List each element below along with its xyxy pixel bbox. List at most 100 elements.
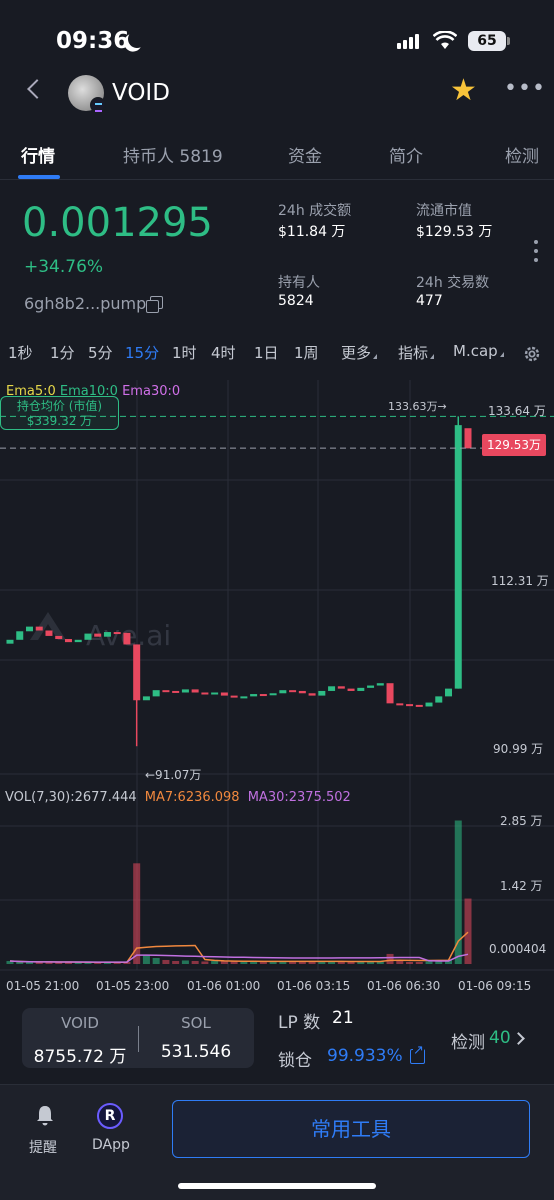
bell-icon[interactable] <box>34 1104 56 1126</box>
time-axis-1: 01-05 23:00 <box>96 979 170 993</box>
tab-funds[interactable]: 资金 <box>288 142 322 167</box>
candle <box>123 632 131 645</box>
time-axis-3: 01-06 03:15 <box>277 979 351 993</box>
candle <box>435 696 443 703</box>
candle <box>35 626 43 631</box>
holding-average-label: 持仓均价 (市值) <box>16 399 103 413</box>
caret-icon <box>430 354 435 359</box>
battery-icon: 65 <box>468 31 510 51</box>
candle <box>162 690 170 693</box>
candle <box>84 633 92 640</box>
signal-icon <box>397 34 419 49</box>
token-avatar <box>68 75 106 113</box>
status-bar: 09:36 65 <box>0 0 554 80</box>
token-name: VOID <box>112 80 170 106</box>
more-options-icon[interactable]: ••• <box>504 76 546 101</box>
candle <box>25 626 33 632</box>
lock-label: 锁仓 <box>278 1051 312 1071</box>
contract-address[interactable]: 6gh8b2...pump <box>24 294 146 313</box>
high-marker: 133.63万→ <box>388 400 447 413</box>
interval-1s[interactable]: 1秒 <box>8 342 33 363</box>
candle <box>259 694 267 697</box>
favorite-star-icon[interactable]: ★ <box>450 76 477 106</box>
lock-value-link[interactable]: 99.933% <box>327 1046 403 1066</box>
dapp-label[interactable]: DApp <box>92 1137 130 1153</box>
volume-bar <box>201 961 209 964</box>
chart-grid <box>0 380 554 971</box>
vol-axis-top: 2.85 万 <box>500 814 543 828</box>
interval-15m[interactable]: 15分 <box>125 342 159 363</box>
volume-bar <box>25 962 33 964</box>
pool-token-amount: 8755.72 万 <box>33 1047 127 1067</box>
candle <box>445 688 453 697</box>
interval-1d[interactable]: 1日 <box>254 342 279 363</box>
candle <box>250 694 258 697</box>
vol-label: VOL(7,30):2677.444 <box>5 790 137 805</box>
candle <box>142 696 150 701</box>
interval-1w[interactable]: 1周 <box>294 342 319 363</box>
tab-holders[interactable]: 持币人 5819 <box>123 142 223 167</box>
more-intervals-dropdown[interactable]: 更多 <box>341 342 378 363</box>
interval-1m[interactable]: 1分 <box>50 342 75 363</box>
candles <box>6 416 472 747</box>
check-score-value[interactable]: 40 <box>489 1028 511 1048</box>
holding-average-value: $339.32 万 <box>26 414 93 428</box>
stats-more-icon[interactable] <box>534 240 538 267</box>
price-axis-top: 133.64 万 <box>488 404 546 418</box>
chart-settings-icon[interactable] <box>522 344 542 364</box>
volume-bar <box>191 960 199 964</box>
lp-count-value: 21 <box>332 1008 354 1028</box>
tab-market[interactable]: 行情 <box>21 142 55 167</box>
mcap-dropdown[interactable]: M.cap <box>453 342 504 360</box>
candle <box>220 692 228 696</box>
wifi-icon <box>433 31 457 49</box>
remind-label[interactable]: 提醒 <box>29 1137 57 1157</box>
caret-icon <box>373 354 378 359</box>
solana-chain-icon <box>90 97 106 113</box>
candle <box>289 690 297 693</box>
candle <box>211 692 219 695</box>
candle <box>6 639 14 644</box>
tab-intro[interactable]: 简介 <box>389 142 423 167</box>
home-indicator <box>178 1183 376 1189</box>
candle <box>406 704 414 707</box>
low-marker: ←91.07万 <box>145 768 202 782</box>
external-link-icon[interactable] <box>410 1044 425 1064</box>
interval-5m[interactable]: 5分 <box>88 342 113 363</box>
common-tools-button[interactable]: 常用工具 <box>172 1100 530 1158</box>
volume-bar <box>425 961 433 964</box>
tab-check[interactable]: 检测 <box>505 142 539 167</box>
current-price-tag: 129.53万 <box>482 434 546 456</box>
stat-volume-label: 24h 成交额 <box>278 203 352 219</box>
time-axis-2: 01-06 01:00 <box>187 979 261 993</box>
candle <box>240 696 248 699</box>
ma7-label: MA7:6236.098 <box>144 790 240 805</box>
ema30-label: Ema30:0 <box>122 384 181 399</box>
time-axis-5: 01-06 09:15 <box>458 979 532 993</box>
check-score-label[interactable]: 检测 <box>451 1028 485 1053</box>
candle <box>230 695 238 698</box>
candle <box>16 631 24 640</box>
stat-holders-value: 5824 <box>278 293 314 309</box>
price-change: +34.76% <box>24 257 104 277</box>
interval-bar: 1秒 1分 5分 15分 1时 4时 1日 1周 更多 指标 M.cap <box>0 342 554 366</box>
chevron-right-icon[interactable] <box>512 1032 525 1045</box>
candle <box>133 644 141 701</box>
candle <box>113 632 121 635</box>
candlestick-chart[interactable]: Ave.ai <box>0 380 554 1000</box>
token-header: VOID ★ ••• <box>0 70 554 120</box>
candle <box>328 686 336 691</box>
copy-icon[interactable] <box>146 296 163 313</box>
time-axis-4: 01-06 06:30 <box>367 979 441 993</box>
candle <box>94 633 102 637</box>
indicators-dropdown[interactable]: 指标 <box>398 342 435 363</box>
dapp-icon[interactable]: R <box>97 1103 123 1129</box>
candle <box>64 639 72 643</box>
back-icon[interactable] <box>27 79 47 99</box>
pool-token-label: VOID <box>61 1014 99 1032</box>
candle <box>279 690 287 694</box>
candle <box>318 690 326 696</box>
interval-1h[interactable]: 1时 <box>172 342 197 363</box>
stat-trades-label: 24h 交易数 <box>416 275 490 291</box>
interval-4h[interactable]: 4时 <box>211 342 236 363</box>
